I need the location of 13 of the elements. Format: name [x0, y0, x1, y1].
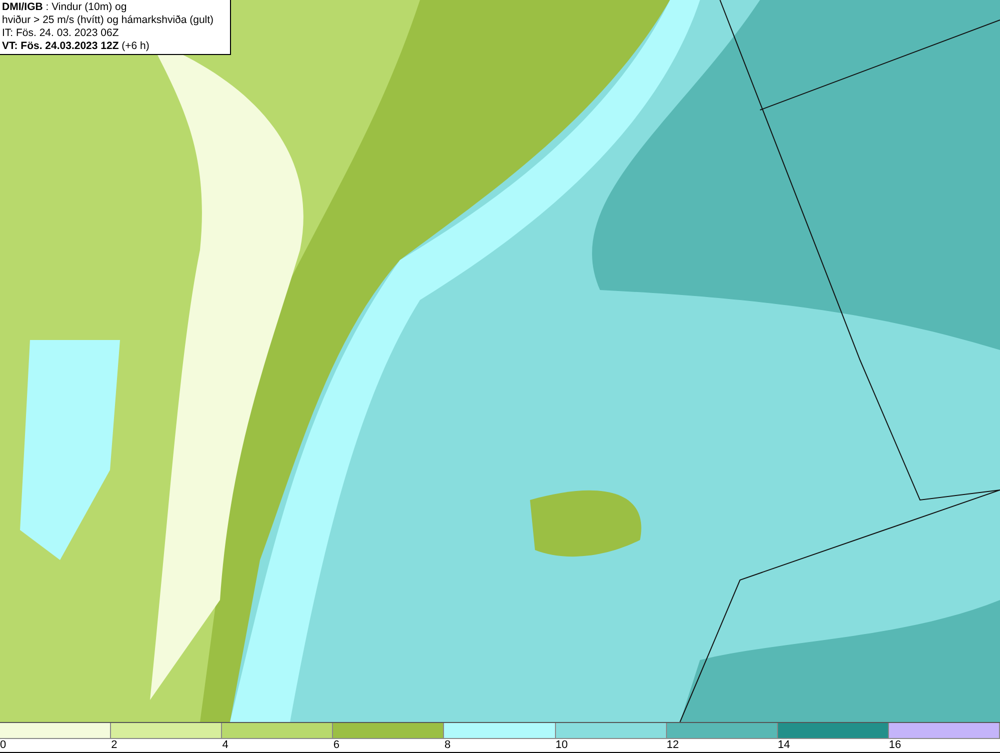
legend-label: 10 [556, 739, 568, 751]
legend-label: 12 [666, 739, 679, 751]
legend-label: 8 [444, 739, 451, 751]
title-line: IT: Fös. 24. 03. 2023 06Z [2, 27, 120, 40]
legend-label: 0 [0, 739, 6, 751]
title-line: DMI/IGB : Vindur (10m) og [2, 1, 128, 14]
legend-label: 16 [888, 739, 902, 751]
legend-label: 6 [333, 739, 340, 751]
legend-label: 4 [222, 739, 228, 751]
title-line: hviður > 25 m/s (hvítt) og hámarkshviða (gult) [2, 14, 215, 27]
legend-label: 2 [111, 739, 118, 751]
title-line: VT: Fös. 24.03.2023 12Z (+6 h) [2, 40, 150, 53]
legend-label: 14 [778, 739, 790, 751]
